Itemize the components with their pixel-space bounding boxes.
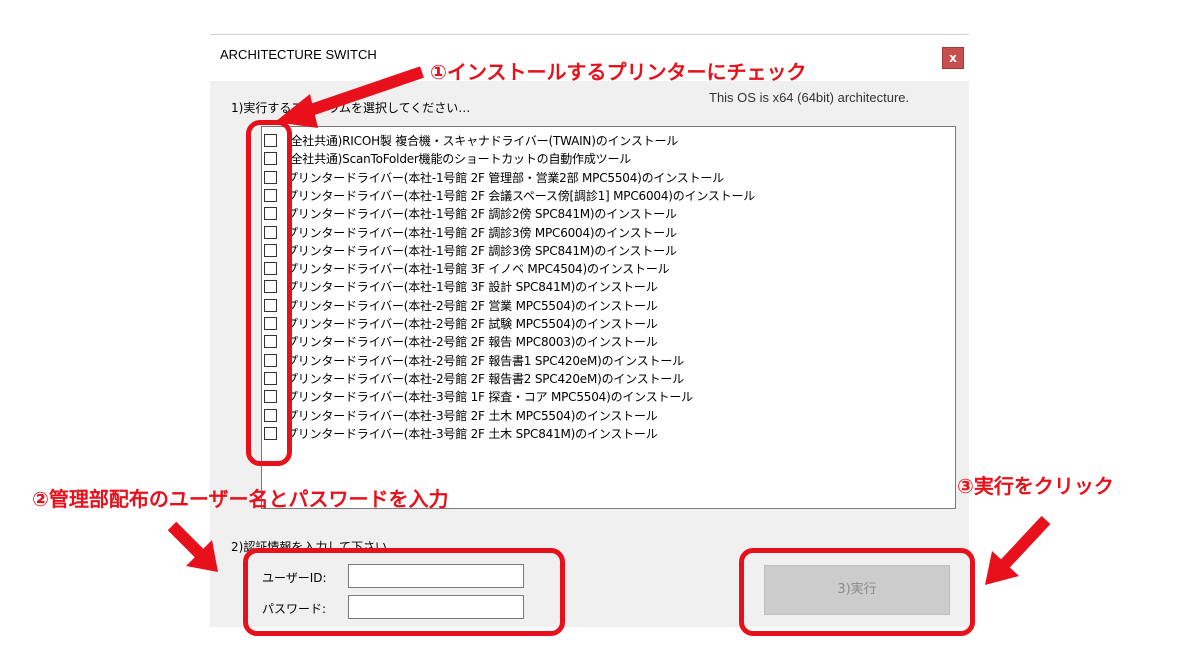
annotation-arrows bbox=[167, 66, 1051, 585]
arrow-to-credentials-icon bbox=[167, 521, 218, 572]
arrow-to-execute-icon bbox=[985, 515, 1051, 585]
arrow-to-checkboxes-icon bbox=[275, 66, 424, 128]
